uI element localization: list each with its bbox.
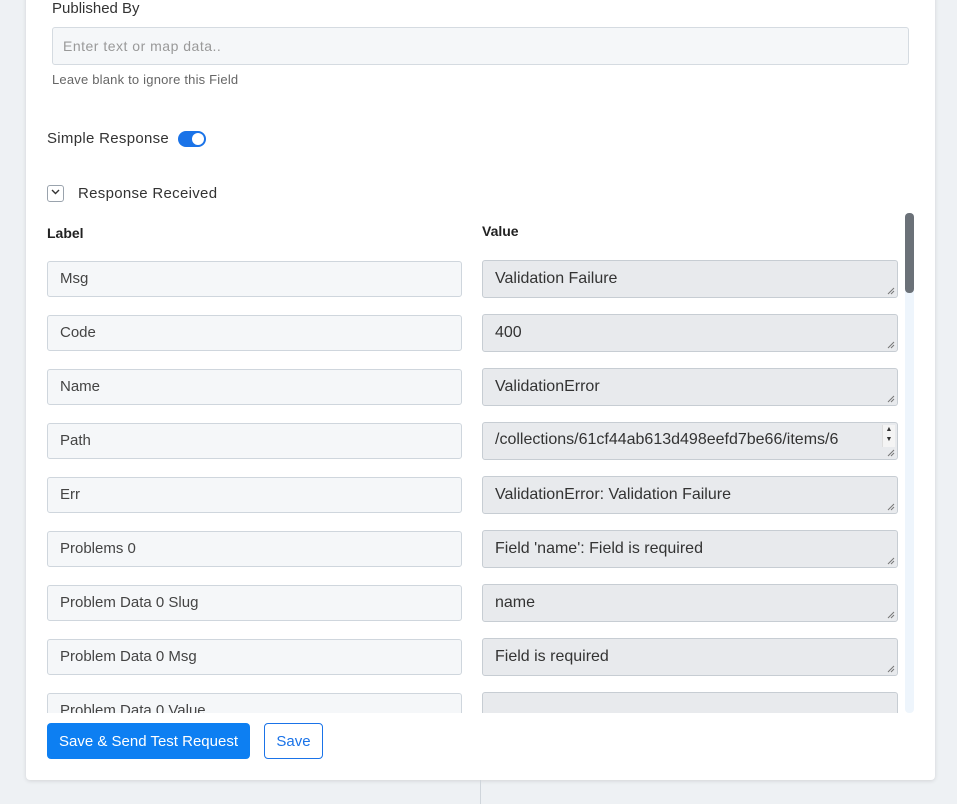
response-row: Problem Data 0 Slug name: [47, 584, 898, 622]
row-value-field[interactable]: Field is required: [482, 638, 898, 676]
resize-grip-icon: [887, 287, 895, 295]
collapse-toggle-button[interactable]: [47, 185, 64, 202]
response-row: Problem Data 0 Value: [47, 692, 898, 713]
row-label-field[interactable]: Problems 0: [47, 531, 462, 567]
resize-grip-icon: [887, 503, 895, 511]
row-value-text: Field is required: [495, 648, 609, 665]
row-label-field[interactable]: Problem Data 0 Msg: [47, 639, 462, 675]
row-value-text: ValidationError: Validation Failure: [495, 486, 731, 503]
response-scrollbar-thumb[interactable]: [905, 213, 914, 293]
scroll-arrows-icon[interactable]: ▲ ▼: [882, 425, 895, 447]
row-value-field[interactable]: name: [482, 584, 898, 622]
resize-grip-icon: [887, 395, 895, 403]
published-by-hint: Leave blank to ignore this Field: [52, 72, 239, 87]
row-label-field[interactable]: Msg: [47, 261, 462, 297]
row-value-field[interactable]: ValidationError: Validation Failure: [482, 476, 898, 514]
row-value-text: Field 'name': Field is required: [495, 540, 703, 557]
row-value-text: 400: [495, 324, 522, 341]
row-label-field[interactable]: Path: [47, 423, 462, 459]
row-value-field[interactable]: Validation Failure: [482, 260, 898, 298]
response-rows-list: Msg Validation Failure Code 400 Name Val…: [47, 252, 917, 713]
row-value-field[interactable]: /collections/61cf44ab613d498eefd7be66/it…: [482, 422, 898, 460]
value-column-header: Value: [482, 223, 519, 239]
resize-grip-icon: [887, 449, 895, 457]
chevron-down-icon: [51, 189, 60, 195]
row-label-field[interactable]: Problem Data 0 Value: [47, 693, 462, 713]
toggle-knob: [192, 133, 204, 145]
row-label-field[interactable]: Problem Data 0 Slug: [47, 585, 462, 621]
row-value-text: ValidationError: [495, 378, 600, 395]
response-row: Problems 0 Field 'name': Field is requir…: [47, 530, 898, 568]
row-value-field[interactable]: [482, 692, 898, 713]
workflow-connector-line: [480, 780, 481, 804]
row-value-text: name: [495, 594, 536, 611]
response-row: Problem Data 0 Msg Field is required: [47, 638, 898, 676]
label-column-header: Label: [47, 225, 84, 241]
published-by-label: Published By: [52, 0, 140, 17]
row-label-field[interactable]: Code: [47, 315, 462, 351]
save-button[interactable]: Save: [264, 723, 323, 759]
row-value-text: /collections/61cf44ab613d498eefd7be66/it…: [495, 431, 839, 448]
row-value-field[interactable]: ValidationError: [482, 368, 898, 406]
resize-grip-icon: [887, 341, 895, 349]
save-send-test-request-button[interactable]: Save & Send Test Request: [47, 723, 250, 759]
response-row: Code 400: [47, 314, 898, 352]
simple-response-label: Simple Response: [47, 130, 170, 147]
published-by-input[interactable]: [52, 27, 909, 65]
response-row: Msg Validation Failure: [47, 260, 898, 298]
row-value-field[interactable]: Field 'name': Field is required: [482, 530, 898, 568]
simple-response-toggle[interactable]: [178, 131, 206, 147]
row-value-field[interactable]: 400: [482, 314, 898, 352]
row-label-field[interactable]: Err: [47, 477, 462, 513]
resize-grip-icon: [887, 611, 895, 619]
resize-grip-icon: [887, 557, 895, 565]
row-value-text: Validation Failure: [495, 270, 618, 287]
row-label-field[interactable]: Name: [47, 369, 462, 405]
response-row: Path /collections/61cf44ab613d498eefd7be…: [47, 422, 898, 460]
response-row: Name ValidationError: [47, 368, 898, 406]
response-row: Err ValidationError: Validation Failure: [47, 476, 898, 514]
resize-grip-icon: [887, 665, 895, 673]
response-received-label: Response Received: [78, 185, 218, 202]
